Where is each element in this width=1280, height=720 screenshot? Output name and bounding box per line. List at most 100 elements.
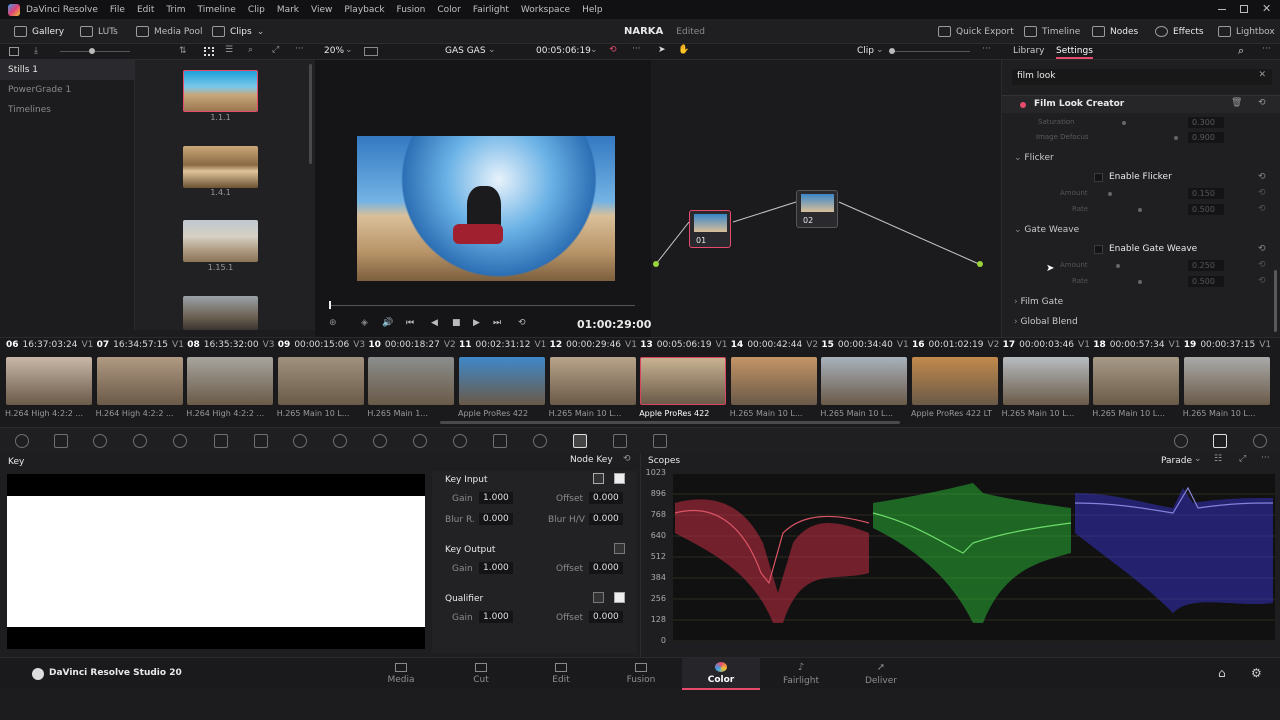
motion-effects-icon[interactable] (214, 434, 228, 448)
scopes-icon[interactable] (1213, 434, 1227, 448)
zoom-select[interactable]: 20% (324, 46, 344, 56)
page-tab-deliver[interactable]: ➚ Deliver (842, 658, 920, 690)
param-slider[interactable] (1122, 121, 1126, 125)
nodes-button[interactable]: Nodes (1092, 19, 1138, 44)
param-value[interactable]: 0.500 (1188, 275, 1224, 287)
reset-icon[interactable]: ⟲ (623, 454, 631, 464)
hand-icon[interactable]: ✋ (678, 45, 689, 55)
timeline-name-select[interactable]: GAS GAS (445, 46, 486, 56)
menu-edit[interactable]: Edit (131, 5, 160, 15)
viewer-frame[interactable] (357, 136, 615, 281)
tab-settings[interactable]: Settings (1056, 46, 1093, 59)
play-icon[interactable]: ▶ (473, 318, 480, 328)
list-view-icon[interactable]: ☰ (225, 45, 233, 55)
param-slider[interactable] (1174, 136, 1178, 140)
more-options-icon[interactable]: ··· (295, 44, 304, 54)
reset-icon[interactable]: ⟲ (1258, 276, 1266, 286)
param-slider[interactable] (1138, 280, 1142, 284)
timecode-display[interactable]: 00:05:06:19 (536, 46, 591, 56)
scrollbar[interactable] (1274, 270, 1277, 332)
color-warper-icon[interactable] (293, 434, 307, 448)
blur-hv-field[interactable]: 0.000 (589, 513, 623, 525)
more-options-icon[interactable]: ··· (632, 44, 641, 54)
page-tab-cut[interactable]: Cut (442, 658, 520, 690)
mask-icon[interactable] (614, 592, 625, 603)
curves-icon[interactable] (254, 434, 268, 448)
page-tab-fairlight[interactable]: ♪ Fairlight (762, 658, 840, 690)
blur-radius-field[interactable]: 0.000 (479, 513, 513, 525)
scrub-bar[interactable] (329, 305, 635, 306)
gallery-button[interactable]: Gallery (14, 19, 64, 44)
still-thumbnail[interactable] (183, 220, 258, 262)
clip-thumbnail[interactable] (187, 357, 274, 405)
enable-flicker-checkbox[interactable] (1094, 172, 1103, 182)
camera-raw-icon[interactable] (15, 434, 29, 448)
stop-icon[interactable]: ■ (452, 318, 461, 328)
reset-icon[interactable]: ⟲ (1258, 172, 1266, 182)
layers-icon[interactable]: ◈ (361, 318, 368, 328)
section-global-blend[interactable]: › Global Blend (1014, 317, 1078, 327)
menu-trim[interactable]: Trim (160, 5, 191, 15)
gallery-item-timelines[interactable]: Timelines (0, 100, 134, 120)
pointer-icon[interactable]: ➤ (658, 45, 666, 55)
loop-icon[interactable]: ⟲ (609, 45, 617, 55)
clip-thumbnail[interactable] (1093, 357, 1180, 405)
clip-thumbnail[interactable] (640, 357, 727, 405)
qualifier-gain-field[interactable]: 1.000 (479, 611, 513, 623)
clip-mode-select[interactable]: Clip (857, 46, 874, 56)
slider-handle[interactable] (89, 48, 95, 54)
thumb-size-slider[interactable] (60, 51, 130, 52)
reset-icon[interactable]: ⟲ (1258, 188, 1266, 198)
3d-icon[interactable] (653, 434, 667, 448)
minimize-icon[interactable] (1218, 9, 1226, 10)
reset-icon[interactable]: ⟲ (1258, 204, 1266, 214)
home-icon[interactable]: ⌂ (1218, 666, 1226, 680)
invert-icon[interactable] (614, 543, 625, 554)
eyedropper-icon[interactable] (373, 434, 387, 448)
clip-thumbnail[interactable] (277, 357, 364, 405)
menu-help[interactable]: Help (576, 5, 609, 15)
reset-icon[interactable]: ⟲ (1258, 244, 1266, 254)
clip-thumbnail[interactable] (1002, 357, 1089, 405)
page-tab-fusion[interactable]: Fusion (602, 658, 680, 690)
import-icon[interactable]: ⤓ (34, 46, 38, 56)
scope-mode-select[interactable]: Parade (1161, 456, 1192, 466)
lightbox-button[interactable]: Lightbox (1218, 19, 1275, 44)
step-back-icon[interactable]: ◀ (431, 318, 438, 328)
clip-thumbnail[interactable] (459, 357, 545, 405)
section-flicker[interactable]: ⌄ Flicker (1014, 153, 1054, 163)
clip-thumbnail[interactable] (368, 357, 455, 405)
clip-thumbnail[interactable] (821, 357, 908, 405)
clip-thumbnail[interactable] (730, 357, 817, 405)
loop-icon[interactable]: ⟲ (518, 318, 526, 328)
sizing-icon[interactable] (613, 434, 627, 448)
window-icon[interactable] (413, 434, 427, 448)
qualifier-icon[interactable] (333, 434, 347, 448)
fullscreen-icon[interactable]: ⤢ (272, 45, 279, 55)
info-icon[interactable] (1253, 434, 1267, 448)
still-thumbnail[interactable] (183, 296, 258, 330)
enable-gate-weave-checkbox[interactable] (1094, 244, 1103, 254)
more-options-icon[interactable]: ··· (1261, 453, 1270, 463)
menu-playback[interactable]: Playback (338, 5, 390, 15)
expand-icon[interactable]: ⤢ (1239, 454, 1246, 464)
menu-color[interactable]: Color (431, 5, 467, 15)
offset-field[interactable]: 0.000 (589, 492, 623, 504)
search-icon[interactable]: ⌕ (248, 45, 253, 55)
still-thumbnail[interactable] (183, 146, 258, 188)
tab-library[interactable]: Library (1013, 46, 1044, 56)
menu-mark[interactable]: Mark (271, 5, 305, 15)
scrollbar[interactable] (440, 421, 900, 424)
playhead[interactable] (329, 301, 331, 309)
menu-fusion[interactable]: Fusion (391, 5, 432, 15)
invert-icon[interactable] (593, 592, 604, 603)
clips-button[interactable]: Clips ⌄ (212, 19, 264, 44)
scrollbar[interactable] (309, 64, 312, 164)
effect-enable-dot[interactable] (1020, 102, 1026, 108)
skip-forward-icon[interactable]: ⏭ (493, 318, 501, 328)
invert-icon[interactable] (593, 473, 604, 484)
lightbox-icon[interactable] (1174, 434, 1188, 448)
param-slider[interactable] (1108, 192, 1112, 196)
delete-icon[interactable]: 🗑 (1231, 98, 1242, 108)
maximize-icon[interactable] (1240, 5, 1248, 13)
